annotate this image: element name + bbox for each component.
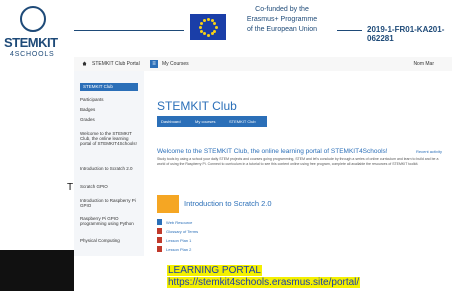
glossary-icon — [157, 228, 162, 234]
stray-letter: T — [67, 182, 74, 193]
portal-link[interactable]: STEMKIT Club Portal — [92, 61, 140, 67]
logo-subtext: 4SCHOOLS — [10, 51, 55, 58]
sidebar-item-rpi-gpio[interactable]: Introduction to Raspberry Pi GPIO — [80, 198, 138, 210]
welcome-heading: Welcome to the STEMKIT Club, the online … — [157, 148, 388, 155]
cofund-line: Co-funded by the — [255, 6, 309, 13]
sidebar-item-badges[interactable]: Badges — [80, 107, 138, 112]
stemkit-logo: STEMKIT 4SCHOOLS — [4, 6, 60, 66]
eu-star-icon — [198, 25, 202, 29]
resource-link[interactable]: Glossary of Terms — [157, 228, 297, 235]
eu-star-icon — [199, 29, 203, 33]
sidebar-item-scratch-gpio[interactable]: Scratch GPIO — [80, 184, 138, 189]
sidebar-item-rpi-python[interactable]: Raspberry Pi GPIO programming using Pyth… — [80, 216, 138, 233]
eu-banner: Co-funded by the Erasmus+ Programme of t… — [74, 0, 464, 52]
eu-star-icon — [210, 32, 214, 36]
project-code: 2019-1-FR01-KA201-062281 — [367, 25, 445, 43]
pdf-icon — [157, 246, 162, 252]
cofund-line: Erasmus+ Programme — [246, 16, 318, 23]
welcome-body: Study tools by using a school your daily… — [157, 157, 439, 166]
breadcrumb: Dashboard My courses STEMKIT Club — [157, 116, 267, 127]
resource-link[interactable]: Web Resource — [157, 219, 297, 226]
dark-corner — [0, 250, 74, 291]
user-menu[interactable]: Nom Mar — [413, 61, 434, 67]
recent-activity-link[interactable]: Recent activity — [416, 149, 442, 154]
sidebar-item-participants[interactable]: Participants — [80, 97, 138, 102]
breadcrumb-dashboard[interactable]: Dashboard — [161, 119, 181, 124]
eu-star-icon — [213, 29, 217, 33]
menu-toggle-button[interactable]: ≡ — [150, 60, 158, 68]
eu-star-icon — [206, 33, 210, 37]
eu-star-icon — [202, 32, 206, 36]
web-resource-icon — [157, 219, 162, 225]
logo-gear-icon — [20, 6, 46, 32]
eu-star-icon — [213, 21, 217, 25]
banner-line-left — [74, 30, 184, 31]
home-icon[interactable] — [82, 61, 87, 66]
sidebar-item-grades[interactable]: Grades — [80, 117, 138, 122]
pdf-icon — [157, 237, 162, 243]
course-sidebar: STEMKIT Club Participants Badges Grades … — [74, 71, 145, 271]
eu-star-icon — [214, 25, 218, 29]
main-content: STEMKIT Club Dashboard My courses STEMKI… — [144, 71, 452, 256]
cofund-text: Co-funded by the Erasmus+ Programme of t… — [232, 5, 332, 35]
page-title: STEMKIT Club — [157, 99, 237, 113]
eu-flag-icon — [190, 14, 226, 40]
learning-portal-label: LEARNING PORTAL — [167, 265, 262, 276]
portal-navbar: STEMKIT Club Portal ≡ My Courses Nom Mar — [74, 57, 452, 72]
breadcrumb-club[interactable]: STEMKIT Club — [229, 119, 256, 124]
sidebar-item-welcome[interactable]: Welcome to the STEMKIT Club, the online … — [80, 131, 138, 157]
cofund-line: of the European Union — [246, 26, 318, 33]
sidebar-item-scratch[interactable]: Introduction to Scratch 2.0 — [80, 166, 138, 178]
resource-link[interactable]: Lesson Plan 2 — [157, 246, 297, 253]
portal-url[interactable]: https://stemkit4schools.erasmus.site/por… — [167, 277, 361, 288]
scratch-image — [157, 195, 179, 213]
eu-star-icon — [202, 18, 206, 22]
left-panel: STEMKIT 4SCHOOLS — [0, 0, 74, 291]
my-courses-menu[interactable]: My Courses — [162, 61, 189, 67]
sidebar-header[interactable]: STEMKIT Club — [80, 83, 138, 91]
logo-text: STEMKIT — [4, 35, 58, 50]
resource-link[interactable]: Lesson Plan 1 — [157, 237, 297, 244]
sidebar-item-physical-computing[interactable]: Physical Computing — [80, 238, 138, 243]
banner-line-right — [337, 30, 362, 31]
section-title-scratch[interactable]: Introduction to Scratch 2.0 — [184, 199, 272, 208]
breadcrumb-my-courses[interactable]: My courses — [195, 119, 215, 124]
eu-star-icon — [199, 21, 203, 25]
eu-star-icon — [206, 17, 210, 21]
